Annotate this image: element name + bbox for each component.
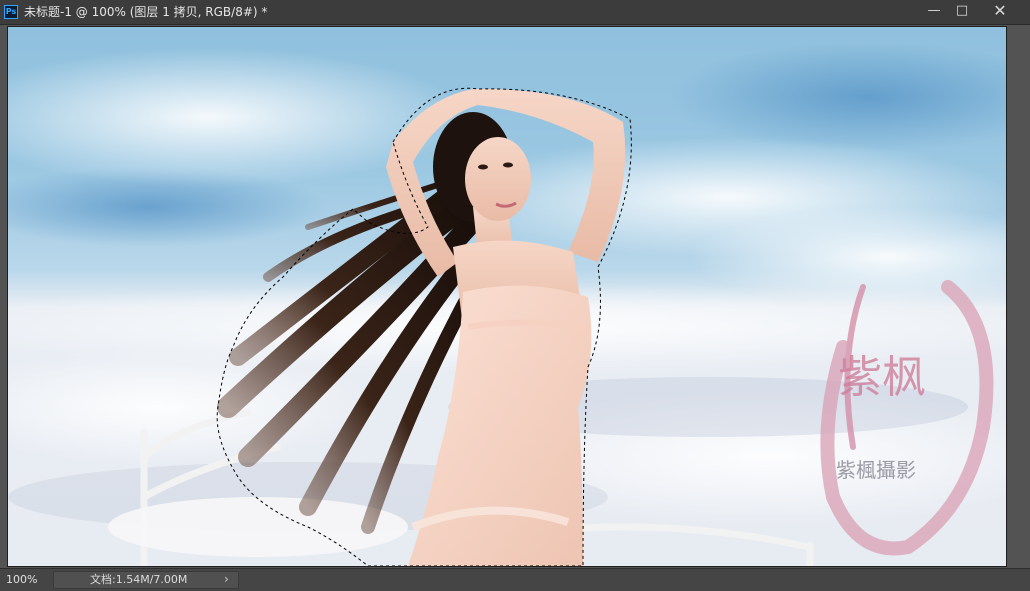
title-bar[interactable]: Ps 未标题-1 @ 100% (图层 1 拷贝, RGB/8#) * — □ … — [0, 0, 1030, 25]
minimize-button[interactable]: — — [922, 1, 946, 21]
eye — [478, 164, 488, 170]
minimize-icon: — — [927, 3, 941, 18]
document-title: 未标题-1 @ 100% (图层 1 拷贝, RGB/8#) * — [24, 5, 268, 19]
document-canvas[interactable]: 紫枫 紫楓攝影 — [7, 26, 1007, 567]
status-bar: 100% 文档:1.54M/7.00M › — [0, 568, 1030, 591]
eye — [503, 162, 513, 168]
doc-info-text: 文档:1.54M/7.00M — [90, 573, 188, 586]
photoshop-app-icon: Ps — [4, 5, 18, 19]
close-icon: ✕ — [993, 1, 1007, 20]
maximize-button[interactable]: □ — [950, 1, 974, 21]
maximize-icon: □ — [955, 3, 969, 18]
face — [465, 137, 531, 221]
watermark-caption: 紫楓攝影 — [836, 458, 916, 482]
chevron-right-icon[interactable]: › — [224, 570, 229, 588]
canvas-image: 紫枫 紫楓攝影 — [8, 27, 1006, 566]
zoom-level[interactable]: 100% — [6, 571, 50, 589]
watermark-brush-text: 紫枫 — [838, 352, 926, 403]
close-button[interactable]: ✕ — [980, 1, 1020, 21]
photoshop-document-window: Ps 未标题-1 @ 100% (图层 1 拷贝, RGB/8#) * — □ … — [0, 0, 1030, 591]
